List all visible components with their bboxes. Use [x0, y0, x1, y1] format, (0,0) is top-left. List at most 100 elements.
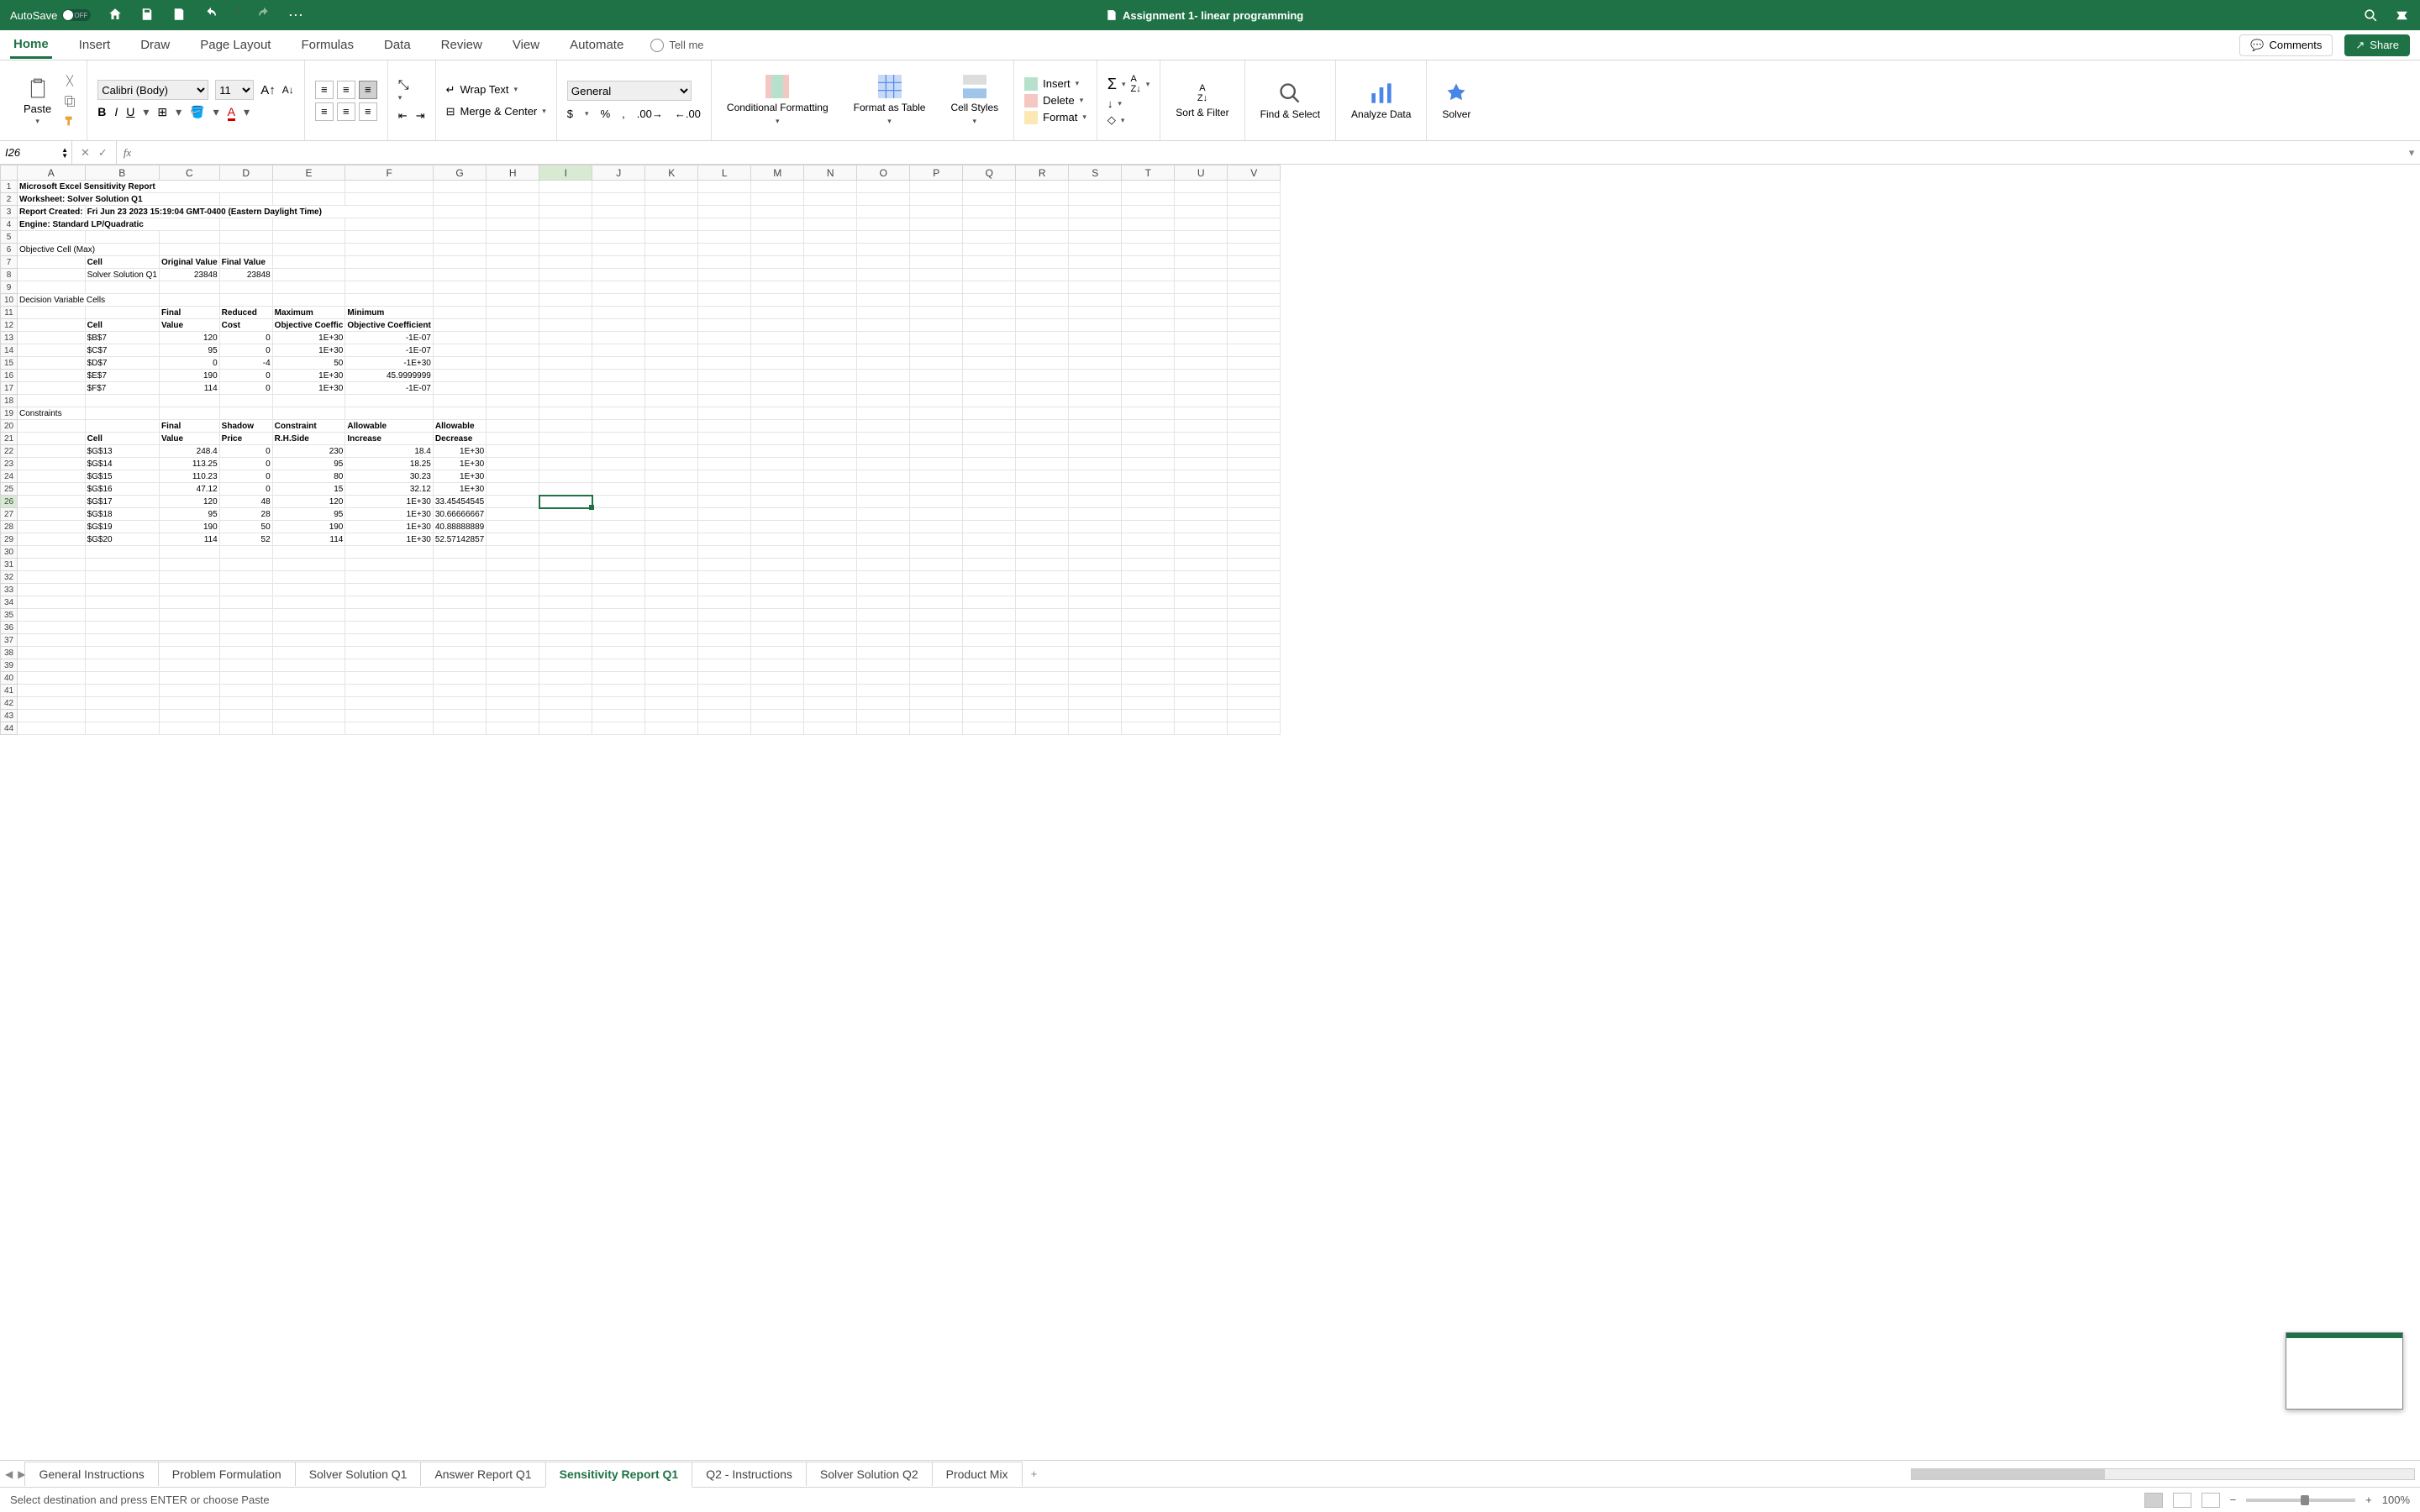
cell[interactable] — [1228, 722, 1281, 735]
increase-decimal-button[interactable]: .00→ — [637, 108, 663, 120]
cell[interactable] — [698, 407, 751, 420]
cell[interactable] — [592, 445, 645, 458]
row-header[interactable]: 44 — [1, 722, 18, 735]
cell[interactable] — [1016, 244, 1069, 256]
cell[interactable] — [539, 395, 592, 407]
cell[interactable] — [1175, 206, 1228, 218]
cell[interactable] — [219, 722, 272, 735]
cell[interactable] — [1069, 206, 1122, 218]
cell[interactable] — [1122, 559, 1175, 571]
cell[interactable] — [1016, 395, 1069, 407]
cell[interactable] — [487, 609, 539, 622]
find-select-button[interactable]: Find & Select — [1255, 80, 1325, 122]
cell[interactable] — [1175, 193, 1228, 206]
sheet-tab[interactable]: Problem Formulation — [158, 1462, 296, 1486]
cell[interactable] — [804, 395, 857, 407]
cell[interactable] — [1175, 344, 1228, 357]
cell[interactable]: Allowable — [345, 420, 433, 433]
cell[interactable]: 95 — [159, 508, 219, 521]
cell[interactable] — [1122, 496, 1175, 508]
tab-insert[interactable]: Insert — [76, 33, 114, 57]
cell[interactable] — [910, 244, 963, 256]
cell[interactable] — [1069, 332, 1122, 344]
percent-button[interactable]: % — [601, 108, 611, 120]
cell[interactable] — [1122, 458, 1175, 470]
cell[interactable] — [1016, 483, 1069, 496]
cell[interactable] — [857, 193, 910, 206]
cell[interactable] — [219, 710, 272, 722]
col-K[interactable]: K — [645, 165, 698, 181]
cell[interactable] — [1016, 521, 1069, 533]
cell[interactable] — [1069, 458, 1122, 470]
cell[interactable] — [1122, 231, 1175, 244]
cell[interactable]: 18.25 — [345, 458, 433, 470]
cell[interactable] — [804, 218, 857, 231]
tell-me[interactable]: Tell me — [650, 39, 703, 52]
cell[interactable] — [1228, 407, 1281, 420]
cell[interactable] — [751, 395, 804, 407]
cell[interactable] — [219, 659, 272, 672]
cell[interactable] — [645, 244, 698, 256]
cell[interactable] — [18, 483, 86, 496]
row-header[interactable]: 10 — [1, 294, 18, 307]
cell[interactable] — [18, 269, 86, 281]
cell[interactable] — [1016, 206, 1069, 218]
cell[interactable] — [272, 269, 345, 281]
cell[interactable] — [645, 332, 698, 344]
cell[interactable] — [1069, 281, 1122, 294]
cell[interactable] — [1228, 357, 1281, 370]
cell[interactable] — [1228, 483, 1281, 496]
autosave-toggle[interactable]: OFF — [62, 9, 91, 21]
cell[interactable] — [1069, 672, 1122, 685]
cell[interactable]: Price — [219, 433, 272, 445]
cell[interactable] — [1122, 672, 1175, 685]
cell[interactable] — [698, 470, 751, 483]
col-M[interactable]: M — [751, 165, 804, 181]
solver-button[interactable]: Solver — [1437, 80, 1476, 122]
cell[interactable] — [751, 458, 804, 470]
cell[interactable] — [539, 181, 592, 193]
cell[interactable] — [219, 571, 272, 584]
cell[interactable]: Cell — [85, 256, 159, 269]
cell[interactable] — [1175, 672, 1228, 685]
cell[interactable] — [18, 647, 86, 659]
cell[interactable] — [645, 433, 698, 445]
cell[interactable] — [272, 256, 345, 269]
cell[interactable] — [159, 659, 219, 672]
col-I[interactable]: I — [539, 165, 592, 181]
cell[interactable] — [645, 584, 698, 596]
cell[interactable] — [272, 710, 345, 722]
row-header[interactable]: 23 — [1, 458, 18, 470]
cell[interactable] — [85, 634, 159, 647]
wrap-text-button[interactable]: ↵ Wrap Text ▾ — [446, 83, 546, 97]
underline-button[interactable]: U — [126, 105, 134, 121]
cell[interactable] — [963, 559, 1016, 571]
cell[interactable]: 113.25 — [159, 458, 219, 470]
row-header[interactable]: 16 — [1, 370, 18, 382]
cell[interactable] — [645, 231, 698, 244]
cell[interactable] — [159, 609, 219, 622]
paste-button[interactable]: Paste▾ — [18, 72, 56, 129]
col-T[interactable]: T — [1122, 165, 1175, 181]
cell[interactable] — [1016, 319, 1069, 332]
cell[interactable] — [1228, 319, 1281, 332]
cell[interactable] — [698, 332, 751, 344]
cell[interactable] — [804, 269, 857, 281]
cell[interactable] — [539, 672, 592, 685]
merge-center-button[interactable]: ⊟ Merge & Center ▾ — [446, 105, 546, 118]
cell[interactable] — [1069, 533, 1122, 546]
cell[interactable] — [85, 596, 159, 609]
sheet-tab[interactable]: General Instructions — [24, 1462, 158, 1486]
cell[interactable] — [698, 710, 751, 722]
cell[interactable] — [1228, 458, 1281, 470]
cell[interactable] — [645, 483, 698, 496]
cell[interactable] — [345, 218, 433, 231]
tab-home[interactable]: Home — [10, 32, 52, 59]
cell[interactable] — [345, 193, 433, 206]
cell[interactable] — [963, 596, 1016, 609]
cell[interactable] — [18, 382, 86, 395]
cell[interactable] — [85, 672, 159, 685]
cell[interactable] — [857, 521, 910, 533]
cell[interactable] — [433, 344, 486, 357]
cell[interactable] — [645, 508, 698, 521]
